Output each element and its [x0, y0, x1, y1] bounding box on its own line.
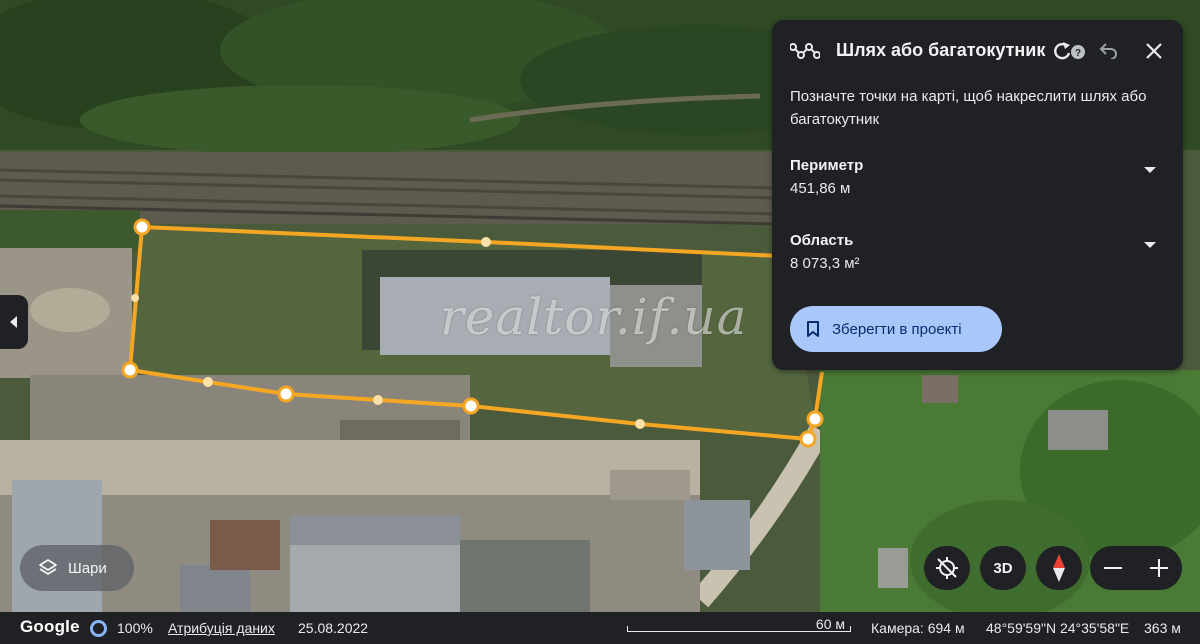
minus-icon: [1104, 567, 1122, 569]
polygon-vertex[interactable]: [121, 361, 139, 379]
perimeter-section[interactable]: Периметр 451,86 м: [790, 157, 1165, 197]
bookmark-icon: [807, 321, 819, 337]
save-to-project-button[interactable]: Зберегти в проекті: [790, 306, 1002, 352]
plus-icon: [1150, 559, 1168, 577]
perimeter-dropdown-icon[interactable]: [1143, 165, 1157, 175]
imagery-date: 25.08.2022: [298, 620, 369, 636]
layers-button[interactable]: Шари: [20, 545, 134, 591]
cursor-coordinates: 48°59'59"N 24°35'58"E: [986, 620, 1130, 636]
scale-bar: 60 м: [627, 612, 855, 636]
my-location-button[interactable]: [924, 546, 970, 590]
status-bar: Google 100% Атрибуція даних 25.08.2022 К…: [0, 612, 1200, 644]
watermark: realtor.if.ua: [440, 288, 748, 346]
area-label: Область: [790, 232, 854, 249]
polygon-vertex[interactable]: [806, 410, 824, 428]
compass-icon: [1053, 554, 1065, 582]
close-button[interactable]: [1142, 40, 1166, 62]
layers-label: Шари: [68, 559, 107, 577]
polygon-midpoint[interactable]: [481, 237, 491, 247]
load-percent: 100%: [117, 620, 153, 636]
loading-ring-icon: [90, 620, 107, 637]
scale-label: 60 м: [815, 616, 845, 632]
data-attribution-link[interactable]: Атрибуція даних: [168, 620, 275, 636]
svg-text:?: ?: [1075, 48, 1081, 59]
undo-icon: [1099, 43, 1117, 59]
polygon-midpoint[interactable]: [131, 294, 139, 302]
redo-icon: ?: [1054, 42, 1085, 60]
panel-hint: Позначте точки на карті, щоб накреслити …: [790, 88, 1147, 128]
close-icon: [1146, 43, 1162, 59]
polygon-vertex[interactable]: [462, 397, 480, 415]
save-to-project-label: Зберегти в проекті: [832, 320, 962, 338]
google-logo: Google: [20, 617, 80, 636]
camera-altitude: Камера: 694 м: [871, 620, 965, 636]
location-off-icon: [936, 557, 958, 579]
zoom-controls: [1090, 546, 1182, 590]
polygon-vertex[interactable]: [277, 385, 295, 403]
polygon-midpoint[interactable]: [203, 377, 213, 387]
area-section[interactable]: Область 8 073,3 м²: [790, 232, 1165, 272]
polygon-vertex[interactable]: [799, 430, 817, 448]
ground-elevation: 363 м: [1144, 620, 1181, 636]
panel-title: Шлях або багатокутник: [836, 40, 1046, 60]
expand-sidebar-button[interactable]: [0, 295, 28, 349]
chevron-left-icon: [10, 316, 17, 328]
polygon-midpoint[interactable]: [635, 419, 645, 429]
zoom-out-button[interactable]: [1090, 546, 1136, 590]
polygon-vertex[interactable]: [133, 218, 151, 236]
area-value: 8 073,3 м²: [790, 255, 860, 272]
measure-panel: Шлях або багатокутник ? Позначте точки н…: [772, 20, 1183, 370]
compass-button[interactable]: [1036, 546, 1082, 590]
path-polygon-icon: [790, 38, 820, 64]
panel-header: Шлях або багатокутник ?: [772, 20, 1183, 82]
area-dropdown-icon[interactable]: [1143, 240, 1157, 250]
toggle-3d-button[interactable]: 3D: [980, 546, 1026, 590]
polygon-midpoint[interactable]: [373, 395, 383, 405]
perimeter-value: 451,86 м: [790, 180, 851, 197]
zoom-in-button[interactable]: [1136, 546, 1182, 590]
redo-help-button[interactable]: ?: [1052, 40, 1088, 62]
layers-icon: [39, 559, 57, 575]
undo-button[interactable]: [1096, 40, 1120, 62]
perimeter-label: Периметр: [790, 157, 864, 174]
